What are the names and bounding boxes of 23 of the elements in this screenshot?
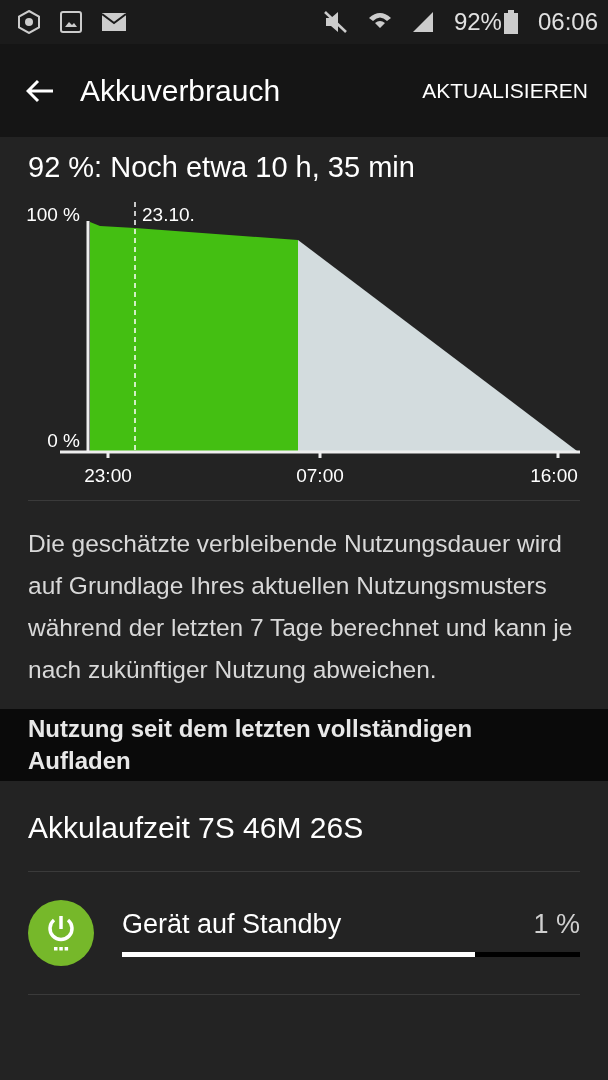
axis-label: 0 % [47,430,80,451]
date-label: 23.10. [142,204,195,225]
mail-icon [102,13,126,31]
battery-percent: 92% [453,8,502,36]
image-icon [60,11,82,33]
back-arrow-icon[interactable] [26,78,54,103]
section-header: Nutzung seit dem letzten vollständigen Aufladen [0,709,608,781]
description-text: Die geschätzte verbleibende Nutzungsdauer wird auf Grundlage Ihres aktuellen Nutzungsmusters während der letzten 7 Tage berechnet und kann je nach zukünftiger Nutzung abweichen. [27,529,574,685]
clock: 06:06 [537,8,598,36]
axis-label: 23:00 [84,465,132,486]
battery-time: Akkulaufzeit 7S 46M 26S [27,810,365,846]
screen-title: Akkuverbrauch [80,73,281,108]
axis-label: 16:00 [530,465,578,486]
app-name: Gerät auf Standby [122,909,342,940]
signal-icon [411,11,434,33]
usage-percent: 1 % [533,909,580,940]
axis-label: 100 % [26,204,80,225]
app-icon [18,10,40,34]
mute-icon [323,11,348,33]
refresh-button[interactable]: AKTUALISIEREN [422,72,588,109]
battery-icon [503,10,518,34]
remaining-time: 92 %: Noch etwa 10 h, 35 min [27,150,416,184]
axis-label: 07:00 [296,465,344,486]
